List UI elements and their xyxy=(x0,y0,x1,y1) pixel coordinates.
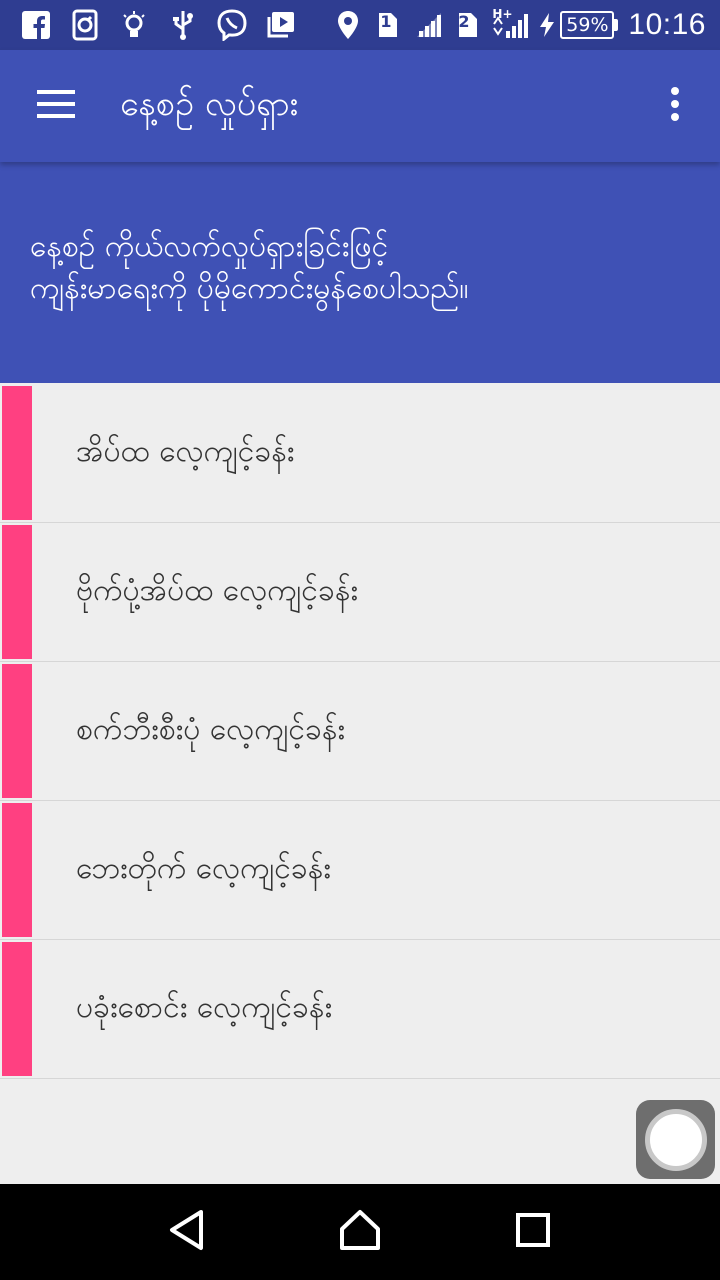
charging-icon xyxy=(538,9,556,41)
list-item-accent xyxy=(2,525,32,659)
list-item[interactable]: စက်ဘီးစီးပုံ လေ့ကျင့်ခန်း xyxy=(0,662,720,801)
banner-line-2: ကျန်းမာရေးကို ပိုမိုကောင်းမွန်စေပါသည်။ xyxy=(30,271,469,306)
list-item-label: စက်ဘီးစီးပုံ လေ့ကျင့်ခန်း xyxy=(76,711,346,747)
battery-indicator: 59% xyxy=(560,11,619,39)
banner-line-1: နေ့စဉ် ကိုယ်လက်လှုပ်ရှားခြင်းဖြင့် xyxy=(30,229,389,264)
sim2-icon: 2 xyxy=(452,9,484,41)
notification-icons xyxy=(0,9,314,41)
menu-button[interactable] xyxy=(0,50,112,162)
back-icon xyxy=(167,1209,207,1255)
list-item[interactable]: ဗိုက်ပုံ့အိပ်ထ လေ့ကျင့်ခန်း xyxy=(0,523,720,662)
assistive-touch-button[interactable] xyxy=(636,1100,715,1179)
back-button[interactable] xyxy=(157,1202,217,1262)
list-item-label: ဘေးတိုက် လေ့ကျင့်ခန်း xyxy=(76,850,331,886)
recents-icon xyxy=(515,1212,551,1252)
clock: 10:16 xyxy=(628,8,706,41)
data-signal-icon: H+ xyxy=(492,7,530,41)
overflow-menu-button[interactable] xyxy=(630,50,720,162)
list-item[interactable]: အိပ်ထ လေ့ကျင့်ခန်း xyxy=(0,384,720,523)
intro-banner: နေ့စဉ် ကိုယ်လက်လှုပ်ရှားခြင်းဖြင့် ကျန်း… xyxy=(0,162,720,383)
home-button[interactable] xyxy=(330,1202,390,1262)
system-indicators: 1 2 H+ 59% 10:16 xyxy=(332,7,720,42)
signal-icon xyxy=(412,9,444,41)
status-bar: 1 2 H+ 59% 10:16 xyxy=(0,0,720,50)
usb-icon xyxy=(167,9,199,41)
list-item-accent xyxy=(2,664,32,798)
exercise-list: အိပ်ထ လေ့ကျင့်ခန်း ဗိုက်ပုံ့အိပ်ထ လေ့ကျင… xyxy=(0,384,720,1079)
list-item-label: ပခုံးစောင်း လေ့ကျင့်ခန်း xyxy=(76,989,333,1025)
hamburger-menu-icon xyxy=(36,89,76,123)
list-item-label: အိပ်ထ လေ့ကျင့်ခန်း xyxy=(76,433,295,469)
assistive-touch-circle-icon xyxy=(644,1108,707,1171)
list-item-accent xyxy=(2,803,32,937)
home-icon xyxy=(338,1209,382,1255)
lightbulb-icon xyxy=(118,9,150,41)
battery-percent: 59% xyxy=(560,11,615,39)
facebook-icon xyxy=(20,9,52,41)
list-item[interactable]: ဘေးတိုက် လေ့ကျင့်ခန်း xyxy=(0,801,720,940)
browser-icon xyxy=(69,9,101,41)
list-item-accent xyxy=(2,386,32,520)
more-vert-icon xyxy=(670,86,680,126)
viber-icon xyxy=(216,9,248,41)
app-title: နေ့စဉ် လှုပ်ရှား xyxy=(120,83,299,124)
app-bar: နေ့စဉ် လှုပ်ရှား xyxy=(0,50,720,162)
list-item-accent xyxy=(2,942,32,1076)
battery-tip xyxy=(614,19,619,31)
list-item[interactable]: ပခုံးစောင်း လေ့ကျင့်ခန်း xyxy=(0,940,720,1079)
navigation-bar xyxy=(0,1184,720,1280)
recents-button[interactable] xyxy=(503,1202,563,1262)
video-library-icon xyxy=(265,9,297,41)
list-item-label: ဗိုက်ပုံ့အိပ်ထ လေ့ကျင့်ခန်း xyxy=(76,572,358,608)
location-icon xyxy=(332,9,364,41)
sim1-icon: 1 xyxy=(372,9,404,41)
